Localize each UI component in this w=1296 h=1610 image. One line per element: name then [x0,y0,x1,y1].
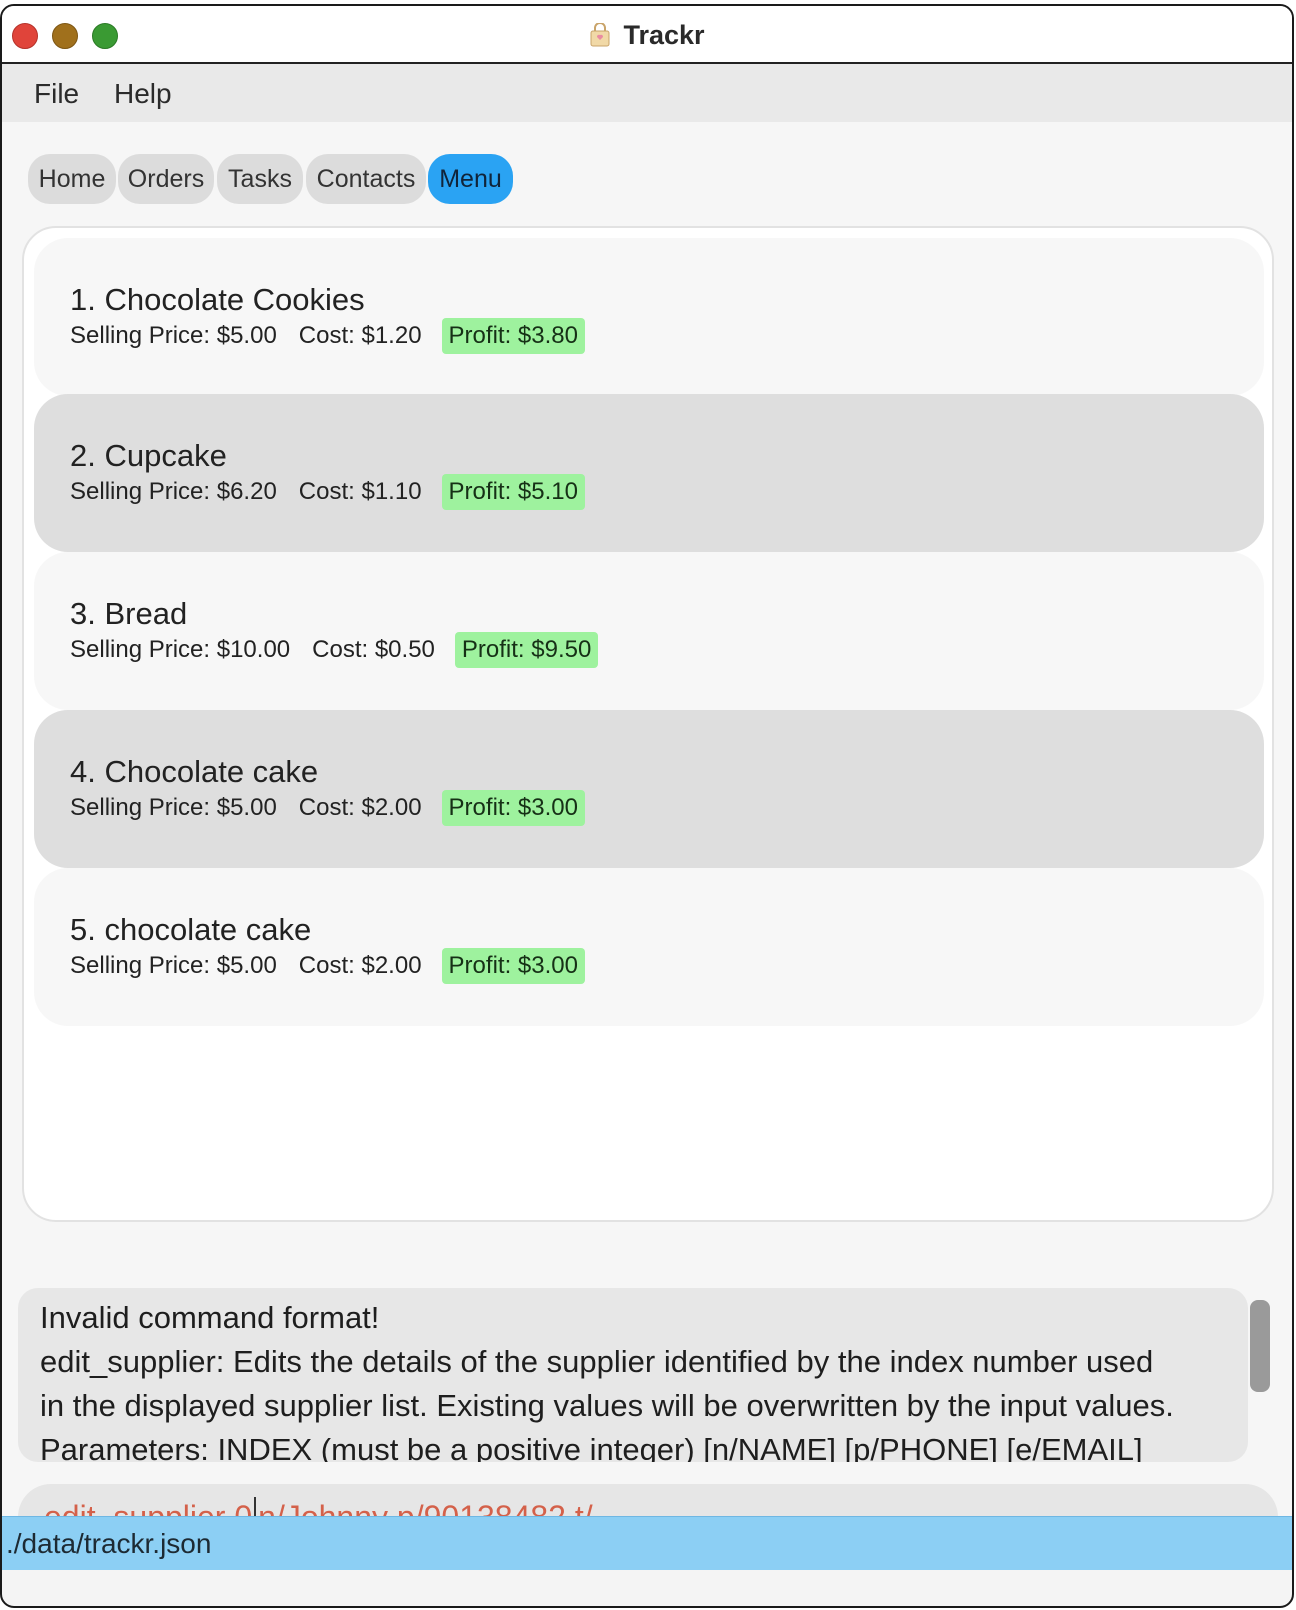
app-window: Trackr File Help Home Orders Tasks Conta… [0,4,1294,1608]
cost: Cost: $2.00 [298,952,422,979]
result-line: edit_supplier: Edits the details of the … [40,1344,1154,1379]
window-title-group: Trackr [2,20,1292,51]
selling-price: Selling Price: $5.00 [70,794,277,821]
selling-price: Selling Price: $6.20 [70,478,277,505]
menu-item-meta: Selling Price: $5.00 Cost: $2.00 Profit:… [70,948,585,984]
menu-item-title: 5. chocolate cake [70,912,312,947]
tab-tasks[interactable]: Tasks [217,154,303,204]
menu-item-card[interactable]: 1. Chocolate Cookies Selling Price: $5.0… [34,238,1264,396]
result-line: Parameters: INDEX (must be a positive in… [40,1432,1143,1462]
data-file-path: ./data/trackr.json [6,1528,212,1559]
menu-item-title: 1. Chocolate Cookies [70,282,365,317]
shopping-bag-icon [590,23,610,47]
menu-item-title: 2. Cupcake [70,438,227,473]
menu-item-card[interactable]: 4. Chocolate cake Selling Price: $5.00 C… [34,710,1264,868]
profit-badge: Profit: $3.00 [441,790,585,826]
title-bar: Trackr [2,6,1292,64]
profit-badge: Profit: $5.10 [441,474,585,510]
cost: Cost: $0.50 [312,636,435,663]
tab-home[interactable]: Home [28,154,116,204]
selling-price: Selling Price: $10.00 [70,636,291,663]
menu-help[interactable]: Help [114,78,172,110]
main-content: Home Orders Tasks Contacts Menu 1. Choco… [2,122,1292,1562]
window-title: Trackr [623,20,705,50]
menu-item-meta: Selling Price: $5.00 Cost: $1.20 Profit:… [70,318,585,354]
result-scrollbar[interactable] [1250,1300,1270,1392]
menu-item-card[interactable]: 2. Cupcake Selling Price: $6.20 Cost: $1… [34,394,1264,552]
selling-price: Selling Price: $5.00 [70,952,277,979]
profit-badge: Profit: $9.50 [454,632,599,668]
tab-contacts[interactable]: Contacts [306,154,426,204]
menu-item-meta: Selling Price: $10.00 Cost: $0.50 Profit… [70,632,599,668]
selling-price: Selling Price: $5.00 [70,322,277,349]
menu-item-meta: Selling Price: $6.20 Cost: $1.10 Profit:… [70,474,585,510]
cost: Cost: $2.00 [298,794,422,821]
menu-item-title: 4. Chocolate cake [70,754,319,789]
result-line: Invalid command format! [40,1300,380,1335]
menu-item-card[interactable]: 5. chocolate cake Selling Price: $5.00 C… [34,868,1264,1026]
status-bar: ./data/trackr.json [2,1516,1292,1570]
cost: Cost: $1.10 [298,478,422,505]
result-display[interactable]: Invalid command format! edit_supplier: E… [18,1288,1248,1462]
menu-item-list: 1. Chocolate Cookies Selling Price: $5.0… [22,226,1274,1222]
profit-badge: Profit: $3.80 [441,318,585,354]
menu-file[interactable]: File [34,78,79,110]
tab-menu[interactable]: Menu [428,154,513,204]
profit-badge: Profit: $3.00 [441,948,585,984]
tab-orders[interactable]: Orders [118,154,214,204]
menu-bar: File Help [2,64,1292,122]
menu-item-title: 3. Bread [70,596,188,631]
menu-item-card[interactable]: 3. Bread Selling Price: $10.00 Cost: $0.… [34,552,1264,710]
menu-item-meta: Selling Price: $5.00 Cost: $2.00 Profit:… [70,790,585,826]
cost: Cost: $1.20 [298,322,422,349]
result-text: Invalid command format! edit_supplier: E… [40,1296,1220,1462]
result-line: in the displayed supplier list. Existing… [40,1388,1174,1423]
